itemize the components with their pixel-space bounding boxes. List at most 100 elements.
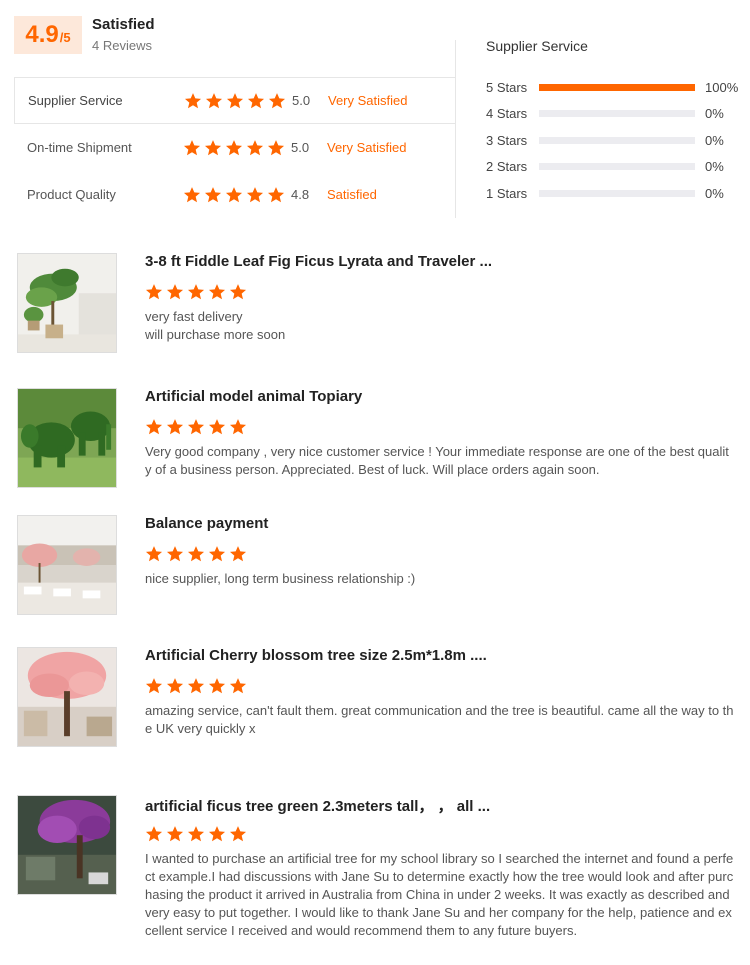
review-product-title[interactable]: Artificial Cherry blossom tree size 2.5m… — [145, 647, 487, 664]
potted-plants-photo[interactable] — [17, 253, 117, 353]
distribution-label: 1 Stars — [486, 185, 528, 201]
cherry-tree-photo[interactable] — [17, 647, 117, 747]
distribution-row-4: 4 Stars 0% — [486, 101, 746, 128]
star-icon — [187, 284, 205, 300]
review-text: I wanted to purchase an artificial tree … — [145, 851, 734, 938]
review-item: artificial ficus tree green 2.3meters ta… — [17, 795, 742, 938]
purple-tree-photo[interactable] — [17, 795, 117, 895]
star-icon — [226, 92, 244, 108]
category-row-product-quality: Product Quality 4.8 Satisfied — [14, 171, 456, 218]
review-text: very fast delivery will purchase more so… — [145, 309, 286, 342]
star-icon — [229, 419, 247, 435]
star-icon — [145, 419, 163, 435]
distribution-percent: 0% — [705, 132, 724, 148]
star-icon — [267, 139, 285, 155]
category-label: On-time Shipment — [27, 140, 132, 155]
star-icon — [225, 186, 243, 202]
star-icon — [187, 678, 205, 694]
star-icon — [166, 546, 184, 562]
star-icon — [267, 186, 285, 202]
banquet-hall-photo[interactable] — [17, 515, 117, 615]
summary-divider — [455, 40, 456, 218]
star-icon — [229, 284, 247, 300]
review-text: nice supplier, long term business relati… — [145, 571, 416, 586]
distribution-row-1: 1 Stars 0% — [486, 180, 746, 207]
star-icon — [166, 826, 184, 842]
distribution-bar — [539, 136, 695, 144]
review-text: amazing service, can't fault them. great… — [145, 703, 734, 736]
category-stars — [183, 139, 285, 157]
star-icon — [166, 419, 184, 435]
distribution-bar — [539, 110, 695, 118]
elephant-topiary-photo[interactable] — [17, 388, 117, 488]
star-icon — [229, 678, 247, 694]
review-product-title[interactable]: 3-8 ft Fiddle Leaf Fig Ficus Lyrata and … — [145, 253, 492, 270]
review-item: Artificial Cherry blossom tree size 2.5m… — [17, 647, 742, 747]
star-icon — [205, 92, 223, 108]
review-item: 3-8 ft Fiddle Leaf Fig Ficus Lyrata and … — [17, 253, 742, 353]
category-row-on-time-shipment: On-time Shipment 5.0 Very Satisfied — [14, 124, 456, 171]
category-row-supplier-service: Supplier Service 5.0 Very Satisfied — [14, 77, 456, 124]
review-stars — [145, 825, 247, 843]
distribution-bar — [539, 83, 695, 91]
star-icon — [187, 419, 205, 435]
category-ratings: Supplier Service 5.0 Very Satisfied On-t… — [14, 77, 456, 218]
distribution-label: 2 Stars — [486, 159, 528, 175]
category-score: 4.8 — [291, 187, 310, 202]
star-distribution: Supplier Service 5 Stars 100% 4 Stars 0%… — [486, 38, 746, 207]
overall-score-denominator: /5 — [59, 30, 71, 45]
distribution-label: 4 Stars — [486, 106, 528, 122]
star-icon — [145, 284, 163, 300]
review-stars — [145, 545, 247, 563]
distribution-label: 5 Stars — [486, 79, 528, 95]
review-stars — [145, 283, 247, 301]
star-icon — [208, 678, 226, 694]
review-product-title[interactable]: artificial ficus tree green 2.3meters ta… — [145, 795, 490, 816]
star-icon — [208, 826, 226, 842]
category-label: Supplier Service — [28, 93, 123, 108]
category-label: Product Quality — [27, 187, 116, 202]
overall-score-badge: 4.9 /5 — [14, 16, 82, 54]
review-stars — [145, 418, 247, 436]
star-icon — [208, 419, 226, 435]
category-stars — [183, 186, 285, 204]
star-icon — [187, 546, 205, 562]
rating-summary: 4.9 /5 Satisfied 4 Reviews Supplier Serv… — [0, 0, 750, 225]
star-icon — [183, 139, 201, 155]
category-score: 5.0 — [292, 93, 311, 108]
star-icon — [183, 186, 201, 202]
review-product-title[interactable]: Balance payment — [145, 515, 268, 532]
distribution-bar — [539, 189, 695, 197]
star-icon — [246, 139, 264, 155]
category-score: 5.0 — [291, 140, 310, 155]
star-icon — [247, 92, 265, 108]
star-icon — [229, 826, 247, 842]
review-item: Balance payment nice supplier, long term… — [17, 515, 742, 615]
review-text: Very good company , very nice customer s… — [145, 444, 729, 477]
star-icon — [268, 92, 286, 108]
star-icon — [166, 284, 184, 300]
star-icon — [208, 284, 226, 300]
star-icon — [204, 186, 222, 202]
star-icon — [208, 546, 226, 562]
overall-score: 4.9 — [25, 21, 59, 48]
distribution-row-3: 3 Stars 0% — [486, 127, 746, 154]
review-product-title[interactable]: Artificial model animal Topiary — [145, 388, 362, 405]
star-icon — [204, 139, 222, 155]
star-icon — [145, 546, 163, 562]
category-verdict: Satisfied — [327, 187, 377, 202]
category-verdict: Very Satisfied — [328, 93, 408, 108]
distribution-row-5: 5 Stars 100% — [486, 74, 746, 101]
star-icon — [187, 826, 205, 842]
distribution-percent: 0% — [705, 159, 724, 175]
star-icon — [166, 678, 184, 694]
review-stars — [145, 677, 247, 695]
review-item: Artificial model animal Topiary Very goo… — [17, 388, 742, 488]
distribution-label: 3 Stars — [486, 132, 528, 148]
star-icon — [145, 826, 163, 842]
star-icon — [246, 186, 264, 202]
review-count: 4 Reviews — [92, 38, 152, 53]
category-verdict: Very Satisfied — [327, 140, 407, 155]
distribution-bar — [539, 163, 695, 171]
category-stars — [184, 92, 286, 110]
